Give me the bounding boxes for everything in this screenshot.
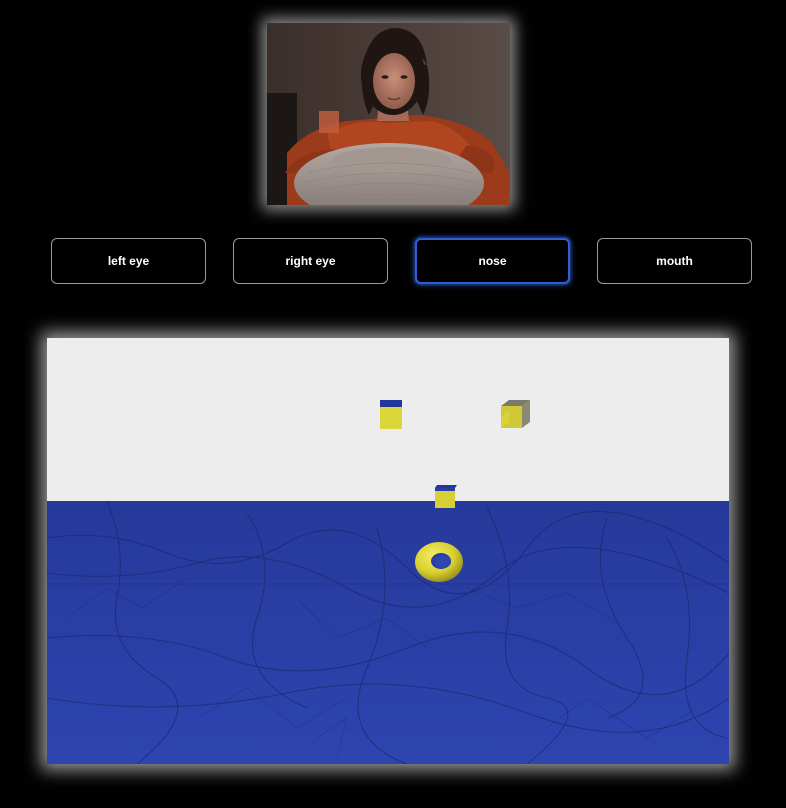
feature-button-row: left eye right eye nose mouth [0, 238, 786, 286]
webcam-frame-image [267, 23, 510, 205]
3d-scene-canvas[interactable] [47, 338, 729, 764]
mouth-button[interactable]: mouth [597, 238, 752, 284]
app-page: left eye right eye nose mouth [0, 0, 786, 808]
cube-object-1 [380, 400, 402, 429]
cube-object-3 [435, 485, 457, 508]
torus-object [415, 542, 463, 582]
webcam-video [267, 23, 510, 205]
scene-render [47, 338, 729, 764]
left-eye-button[interactable]: left eye [51, 238, 206, 284]
nose-button[interactable]: nose [415, 238, 570, 284]
cube-object-2 [501, 400, 530, 428]
right-eye-button[interactable]: right eye [233, 238, 388, 284]
